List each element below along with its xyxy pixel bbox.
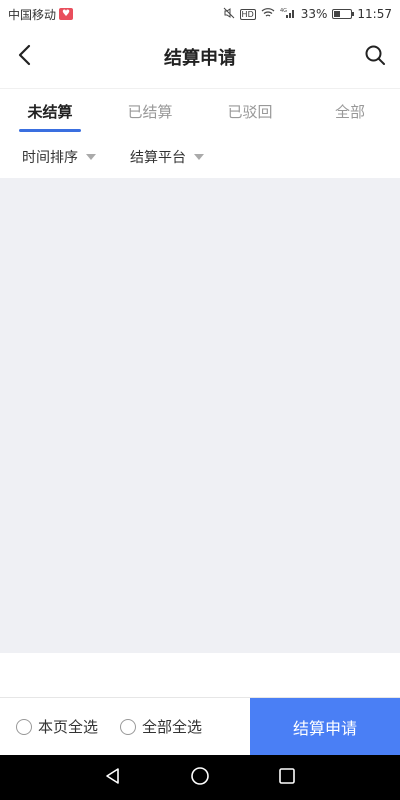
back-button[interactable]: [10, 42, 40, 72]
filter-label: 结算平台: [130, 150, 186, 166]
nav-recents-button[interactable]: [267, 758, 307, 798]
wifi-icon: [261, 7, 275, 21]
select-page-option[interactable]: 本页全选: [16, 716, 98, 737]
status-right: HD 4G 33% 11:57: [223, 7, 392, 22]
battery-fill: [334, 11, 340, 17]
svg-text:4G: 4G: [280, 8, 287, 14]
radio-unchecked-icon[interactable]: [16, 718, 32, 735]
select-page-label: 本页全选: [38, 718, 99, 736]
mute-icon: [223, 7, 235, 22]
carrier-label: 中国移动: [8, 7, 57, 22]
tab-unsettled[interactable]: 未结算: [0, 89, 100, 134]
radio-unchecked-icon[interactable]: [120, 718, 137, 735]
page-title: 结算申请: [164, 48, 236, 69]
clock: 11:57: [357, 7, 392, 21]
square-recents-icon: [278, 767, 296, 789]
battery-icon: [332, 9, 355, 19]
filter-row: 时间排序 结算平台: [0, 136, 400, 178]
select-all-label: 全部全选: [142, 718, 203, 736]
app-header: 结算申请: [0, 28, 400, 86]
battery-percent: 33%: [300, 7, 328, 21]
system-nav-bar: [0, 755, 400, 800]
tab-label: 已结算: [127, 103, 173, 121]
settlement-platform-dropdown[interactable]: 结算平台: [130, 147, 204, 167]
filter-label: 时间排序: [22, 150, 78, 166]
status-left: 中国移动 ♥: [8, 6, 74, 23]
circle-home-icon: [190, 766, 210, 790]
status-tabs: 未结算 已结算 已驳回 全部: [0, 88, 400, 134]
hd-badge: HD: [239, 8, 256, 20]
tab-rejected[interactable]: 已驳回: [200, 89, 300, 134]
caret-down-icon: [86, 154, 96, 160]
sort-by-time-dropdown[interactable]: 时间排序: [22, 147, 96, 167]
caret-down-icon: [194, 154, 204, 160]
select-all-option[interactable]: 全部全选: [120, 716, 202, 737]
nav-home-button[interactable]: [180, 758, 220, 798]
list-footer-space: [0, 653, 400, 697]
settlement-list: [0, 178, 400, 653]
tab-label: 全部: [334, 103, 365, 121]
search-icon: [364, 44, 386, 70]
status-bar: 中国移动 ♥ HD 4G 33% 11:57: [0, 0, 400, 28]
tab-label: 未结算: [27, 103, 73, 121]
tab-label: 已驳回: [227, 103, 273, 121]
tab-all[interactable]: 全部: [300, 89, 400, 134]
triangle-back-icon: [104, 767, 122, 789]
search-button[interactable]: [360, 42, 390, 72]
chevron-left-icon: [17, 44, 33, 70]
nav-back-button[interactable]: [93, 758, 133, 798]
tab-settled[interactable]: 已结算: [100, 89, 200, 134]
heart-icon: ♥: [59, 8, 74, 20]
signal-icon: 4G: [280, 7, 296, 21]
submit-settlement-button[interactable]: 结算申请: [250, 698, 400, 756]
bottom-action-bar: 本页全选 全部全选 结算申请: [0, 697, 400, 756]
